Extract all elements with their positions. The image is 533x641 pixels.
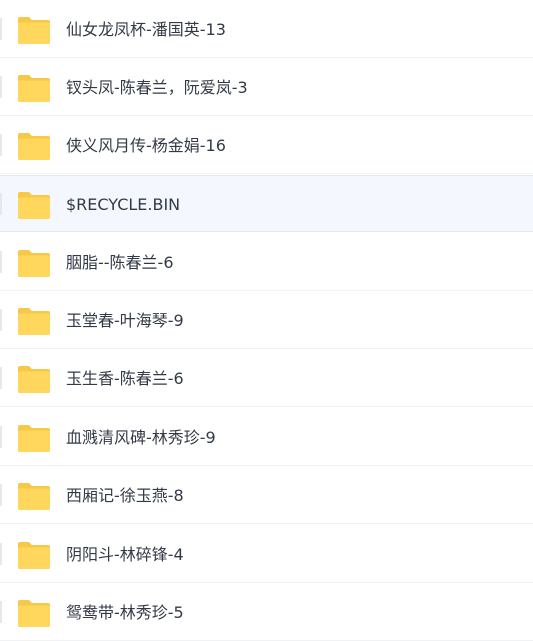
row-checkbox-edge[interactable] xyxy=(0,601,2,623)
row-checkbox-edge[interactable] xyxy=(0,484,2,506)
row-checkbox-edge[interactable] xyxy=(0,367,2,389)
folder-row-selected[interactable]: $RECYCLE.BIN xyxy=(0,175,533,232)
folder-icon xyxy=(18,308,50,335)
folder-name[interactable]: 西厢记-徐玉燕-8 xyxy=(66,485,184,507)
row-checkbox-edge[interactable] xyxy=(0,193,2,215)
folder-icon xyxy=(18,425,50,452)
row-checkbox-edge[interactable] xyxy=(0,251,2,273)
folder-row[interactable]: 阴阳斗-林碎锋-4 xyxy=(0,526,533,583)
folder-row[interactable]: 侠义风月传-杨金娟-16 xyxy=(0,117,533,174)
folder-name[interactable]: 阴阳斗-林碎锋-4 xyxy=(66,544,184,566)
folder-icon xyxy=(18,192,50,219)
folder-name[interactable]: 玉生香-陈春兰-6 xyxy=(66,368,184,390)
folder-row[interactable]: 钗头凤-陈春兰，阮爱岚-3 xyxy=(0,59,533,116)
folder-name[interactable]: 仙女龙凤杯-潘国英-13 xyxy=(66,19,226,41)
folder-icon xyxy=(18,75,50,102)
folder-icon xyxy=(18,133,50,160)
folder-row[interactable]: 玉堂春-叶海琴-9 xyxy=(0,292,533,349)
folder-row[interactable]: 胭脂--陈春兰-6 xyxy=(0,234,533,291)
folder-row[interactable]: 血溅清风碑-林秀珍-9 xyxy=(0,409,533,466)
folder-name[interactable]: 玉堂春-叶海琴-9 xyxy=(66,310,184,332)
folder-name[interactable]: 侠义风月传-杨金娟-16 xyxy=(66,135,226,157)
folder-icon xyxy=(18,366,50,393)
folder-row[interactable]: 鸳鸯带-林秀珍-5 xyxy=(0,584,533,641)
row-checkbox-edge[interactable] xyxy=(0,543,2,565)
folder-row[interactable]: 仙女龙凤杯-潘国英-13 xyxy=(0,1,533,58)
row-checkbox-edge[interactable] xyxy=(0,18,2,40)
folder-name[interactable]: 鸳鸯带-林秀珍-5 xyxy=(66,602,184,624)
file-list: 仙女龙凤杯-潘国英-13 钗头凤-陈春兰，阮爱岚-3 侠义风月传-杨金娟-16 … xyxy=(0,0,533,641)
row-checkbox-edge[interactable] xyxy=(0,134,2,156)
folder-name[interactable]: 血溅清风碑-林秀珍-9 xyxy=(66,427,216,449)
row-checkbox-edge[interactable] xyxy=(0,309,2,331)
folder-name[interactable]: $RECYCLE.BIN xyxy=(66,194,180,216)
row-checkbox-edge[interactable] xyxy=(0,426,2,448)
folder-name[interactable]: 钗头凤-陈春兰，阮爱岚-3 xyxy=(66,77,248,99)
folder-icon xyxy=(18,483,50,510)
folder-row[interactable]: 玉生香-陈春兰-6 xyxy=(0,350,533,407)
folder-icon xyxy=(18,17,50,44)
folder-name[interactable]: 胭脂--陈春兰-6 xyxy=(66,252,174,274)
folder-icon xyxy=(18,542,50,569)
folder-icon xyxy=(18,250,50,277)
folder-icon xyxy=(18,600,50,627)
folder-row[interactable]: 西厢记-徐玉燕-8 xyxy=(0,467,533,524)
row-checkbox-edge[interactable] xyxy=(0,76,2,98)
